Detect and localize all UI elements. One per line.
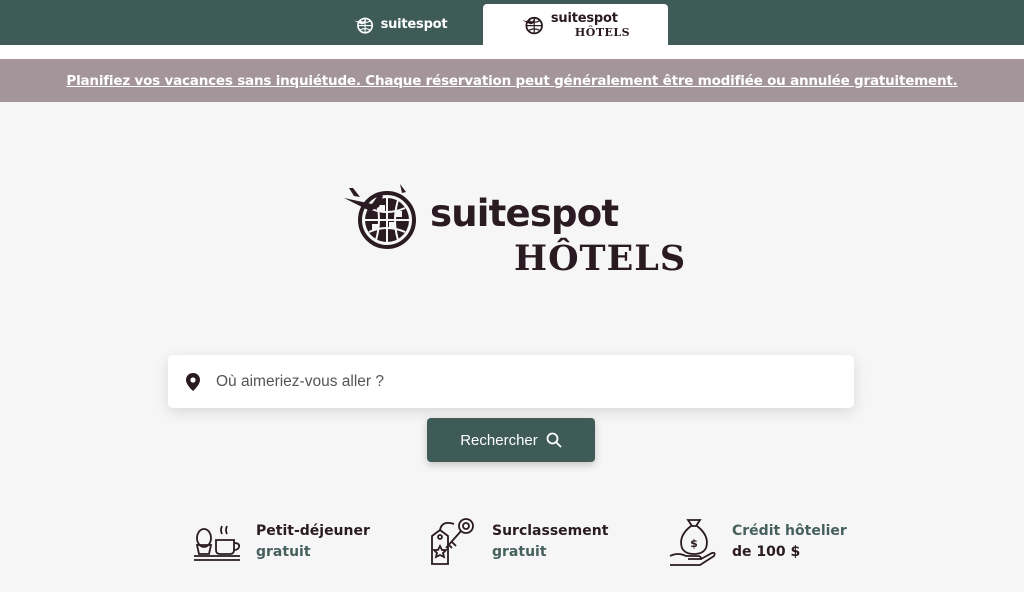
- tab-label: suitespot: [380, 17, 448, 32]
- feature-subtitle: gratuit: [492, 544, 547, 560]
- globe-plane-icon: [353, 17, 373, 34]
- globe-plane-logo-icon: [344, 184, 416, 249]
- top-nav-bar: suitespot suitespot HÔTELS: [0, 0, 1024, 45]
- feature-upgrade: Surclassement gratuit: [428, 516, 608, 568]
- location-pin-icon: [186, 372, 200, 391]
- search-button[interactable]: Rechercher: [427, 418, 595, 462]
- info-banner: Planifiez vos vacances sans inquiétude. …: [0, 59, 1024, 102]
- search-box[interactable]: [168, 355, 854, 408]
- svg-text:$: $: [690, 537, 698, 550]
- breakfast-icon: [194, 525, 241, 561]
- feature-subtitle: gratuit: [256, 544, 311, 560]
- tab-sublabel: HÔTELS: [574, 25, 631, 39]
- money-bag-hand-icon: $: [669, 519, 716, 566]
- logo-wordmark: suitespot: [430, 192, 619, 235]
- feature-breakfast: Petit-déjeuner gratuit: [192, 516, 370, 568]
- tab-label: suitespot: [550, 10, 618, 26]
- search-icon: [546, 432, 562, 448]
- tab-suitespot[interactable]: suitespot: [330, 4, 470, 45]
- nav-spacer: [0, 45, 1024, 59]
- feature-hotel-credit: $ Crédit hôtelier de 100 $: [668, 516, 847, 568]
- key-tag-icon: [431, 518, 474, 565]
- feature-subtitle: de 100 $: [732, 544, 801, 560]
- logo-subtitle: HÔTELS: [514, 238, 687, 279]
- hero-logo: suitespot HÔTELS: [342, 178, 685, 288]
- globe-plane-icon: [522, 16, 543, 34]
- tab-suitespot-hotels[interactable]: suitespot HÔTELS: [483, 4, 668, 45]
- destination-input[interactable]: [216, 372, 816, 391]
- search-button-label: Rechercher: [460, 431, 538, 449]
- feature-title: Petit-déjeuner: [256, 523, 370, 539]
- banner-link[interactable]: Planifiez vos vacances sans inquiétude. …: [66, 73, 957, 89]
- feature-title: Surclassement: [492, 523, 609, 539]
- feature-title: Crédit hôtelier: [732, 523, 847, 539]
